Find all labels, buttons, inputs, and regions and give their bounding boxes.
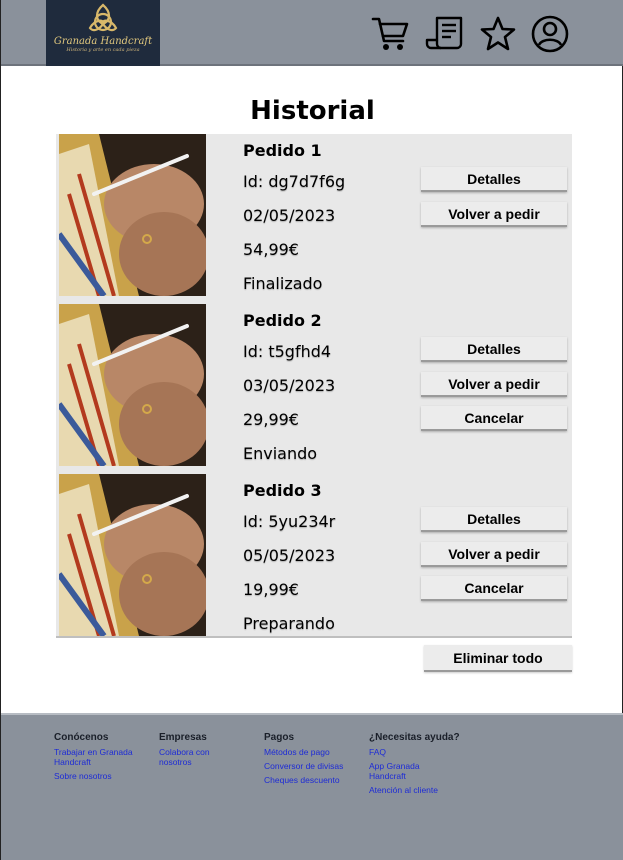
reorder-button[interactable]: Volver a pedir bbox=[421, 542, 567, 567]
footer-link[interactable]: Sobre nosotros bbox=[54, 771, 146, 781]
footer-link[interactable]: Atención al cliente bbox=[369, 785, 479, 795]
details-button[interactable]: Detalles bbox=[421, 167, 567, 192]
logo-brand-name: Granada Handcraft bbox=[53, 36, 153, 47]
order-date: 05/05/2023 bbox=[243, 546, 336, 565]
receipt-icon[interactable] bbox=[425, 14, 465, 54]
order-date: 02/05/2023 bbox=[243, 206, 336, 225]
site-footer: Conócenos Trabajar en Granada Handcraft … bbox=[1, 713, 623, 860]
order-status: Finalizado bbox=[243, 274, 323, 293]
order-price: 29,99€ bbox=[243, 410, 299, 429]
footer-link[interactable]: Métodos de pago bbox=[264, 747, 364, 757]
order-price: 19,99€ bbox=[243, 580, 299, 599]
reorder-button[interactable]: Volver a pedir bbox=[421, 372, 567, 397]
footer-link[interactable]: Conversor de divisas bbox=[264, 761, 364, 771]
footer-column-about: Conócenos Trabajar en Granada Handcraft … bbox=[54, 732, 146, 785]
order-id: Id: 5yu234r bbox=[243, 512, 336, 531]
order-product-image bbox=[59, 134, 206, 296]
footer-heading: ¿Necesitas ayuda? bbox=[369, 732, 460, 743]
star-icon[interactable] bbox=[478, 14, 518, 54]
order-id: Id: dg7d7f6g bbox=[243, 172, 346, 191]
footer-heading: Empresas bbox=[159, 732, 207, 743]
order-product-image bbox=[59, 474, 206, 636]
footer-link[interactable]: FAQ bbox=[369, 747, 479, 757]
footer-link[interactable]: App Granada Handcraft bbox=[369, 761, 429, 781]
page-title: Historial bbox=[250, 96, 375, 126]
order-title: Pedido 1 bbox=[243, 141, 322, 160]
footer-link[interactable]: Colabora con nosotros bbox=[159, 747, 221, 767]
order-price: 54,99€ bbox=[243, 240, 299, 259]
footer-column-business: Empresas Colabora con nosotros bbox=[159, 732, 249, 771]
user-icon[interactable] bbox=[530, 14, 570, 54]
footer-heading: Pagos bbox=[264, 732, 295, 743]
footer-link[interactable]: Trabajar en Granada Handcraft bbox=[54, 747, 146, 767]
footer-column-help: ¿Necesitas ayuda? FAQ App Granada Handcr… bbox=[369, 732, 479, 799]
footer-heading: Conócenos bbox=[54, 732, 109, 743]
logo-tagline: Historia y arte en cada pieza bbox=[66, 47, 140, 53]
order-date: 03/05/2023 bbox=[243, 376, 336, 395]
brand-logo[interactable]: Granada Handcraft Historia y arte en cad… bbox=[46, 0, 160, 66]
order-card: Pedido 1 Id: dg7d7f6g 02/05/2023 54,99€ … bbox=[56, 134, 572, 304]
order-card: Pedido 3 Id: 5yu234r 05/05/2023 19,99€ P… bbox=[56, 474, 572, 644]
footer-column-payments: Pagos Métodos de pago Conversor de divis… bbox=[264, 732, 364, 789]
cancel-button[interactable]: Cancelar bbox=[421, 406, 567, 431]
details-button[interactable]: Detalles bbox=[421, 507, 567, 532]
order-history-list: Pedido 1 Id: dg7d7f6g 02/05/2023 54,99€ … bbox=[56, 134, 572, 638]
celtic-knot-icon bbox=[88, 3, 118, 32]
reorder-button[interactable]: Volver a pedir bbox=[421, 202, 567, 227]
order-status: Preparando bbox=[243, 614, 335, 633]
order-title: Pedido 3 bbox=[243, 481, 322, 500]
order-card: Pedido 2 Id: t5gfhd4 03/05/2023 29,99€ E… bbox=[56, 304, 572, 474]
site-header: Granada Handcraft Historia y arte en cad… bbox=[1, 0, 623, 66]
cart-icon[interactable] bbox=[370, 14, 410, 54]
clear-all-button[interactable]: Eliminar todo bbox=[424, 645, 572, 672]
order-product-image bbox=[59, 304, 206, 466]
details-button[interactable]: Detalles bbox=[421, 337, 567, 362]
order-status: Enviando bbox=[243, 444, 318, 463]
order-title: Pedido 2 bbox=[243, 311, 322, 330]
order-id: Id: t5gfhd4 bbox=[243, 342, 332, 361]
cancel-button[interactable]: Cancelar bbox=[421, 576, 567, 601]
footer-link[interactable]: Cheques descuento bbox=[264, 775, 364, 785]
